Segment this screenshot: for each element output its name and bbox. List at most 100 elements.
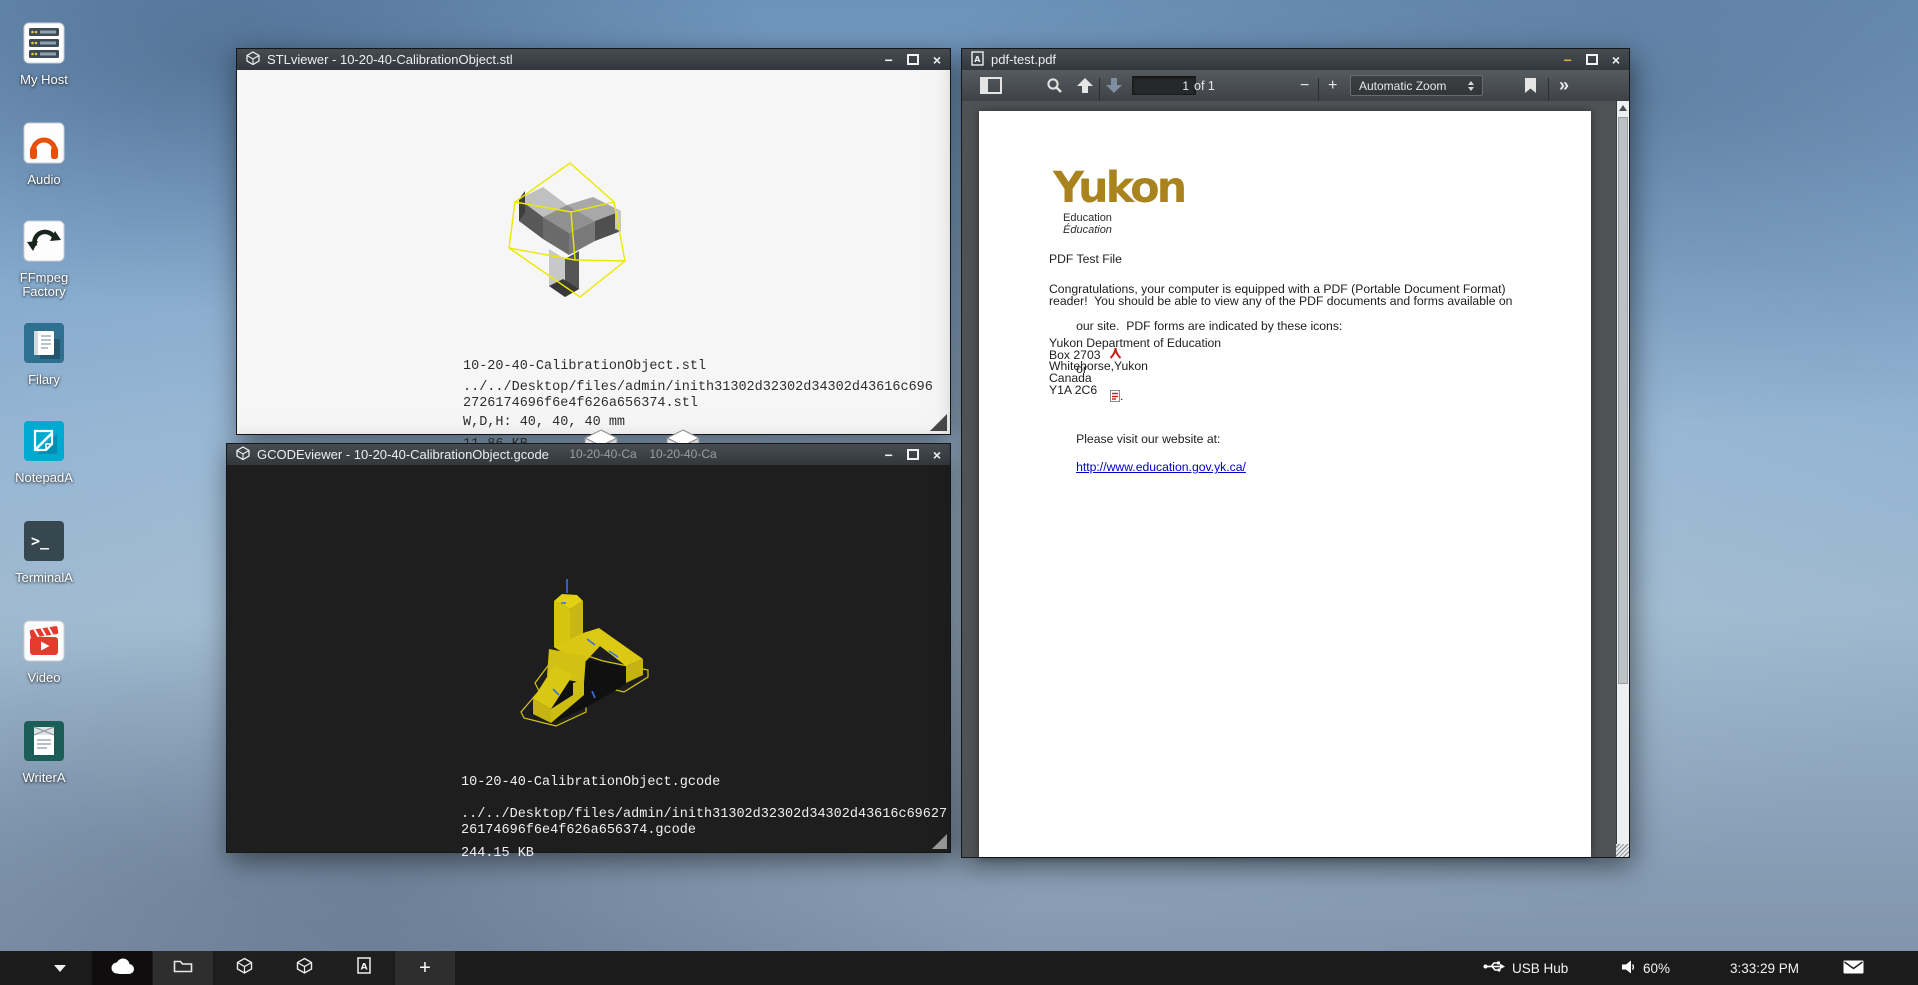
address-line: Y1A 2C6 (1049, 385, 1097, 397)
pdf-file-icon: A (357, 957, 371, 979)
gcode-viewer-window: GCODEviewer - 10-20-40-CalibrationObject… (226, 443, 951, 853)
bookmark-icon[interactable] (1525, 70, 1536, 101)
desktop-icon-notepada[interactable]: NotepadA (2, 420, 86, 485)
desktop-icon-video[interactable]: Video (2, 620, 86, 685)
desktop-icon-writera[interactable]: WriterA (2, 720, 86, 785)
zoom-select-dropdown[interactable]: Automatic Zoom (1350, 75, 1483, 96)
tray-volume-item[interactable]: 60% (1622, 951, 1670, 985)
taskbar-cloud-button[interactable] (92, 951, 152, 985)
taskbar-gcodeviewer-button[interactable] (274, 951, 334, 985)
svg-text:>_: >_ (31, 532, 50, 550)
file-icon-label: 10-20-40-Ca (568, 447, 638, 461)
minimize-button[interactable]: − (885, 448, 893, 462)
pdf-window-title: pdf-test.pdf (991, 52, 1056, 67)
website-link[interactable]: http://www.education.gov.yk.ca/ (1076, 460, 1246, 474)
folder-icon (173, 958, 193, 978)
desktop-icon-label: Audio (2, 173, 86, 187)
taskbar-new-button[interactable]: + (395, 951, 455, 985)
tray-usb-item[interactable]: USB Hub (1483, 951, 1568, 985)
file-icon-stl-cube[interactable] (583, 429, 619, 443)
scroll-up-arrow-icon[interactable] (1619, 105, 1627, 111)
desktop-icon-terminala[interactable]: >_ TerminalA (2, 520, 86, 585)
close-button[interactable]: × (933, 53, 941, 67)
website-prefix-text: Please visit our website at: (1076, 432, 1220, 446)
more-tools-button[interactable]: » (1559, 70, 1569, 101)
close-button[interactable]: × (1612, 53, 1620, 67)
recycle-arrows-icon (23, 220, 65, 262)
tray-mail-item[interactable] (1843, 951, 1864, 985)
taskbar-file-manager-button[interactable] (153, 951, 213, 985)
stl-path-line1: ../../Desktop/files/admin/inith31302d323… (463, 380, 933, 395)
maximize-button[interactable] (1586, 54, 1598, 65)
stl-filename: 10-20-40-CalibrationObject.stl (463, 359, 706, 374)
resize-grip[interactable] (1616, 844, 1629, 857)
taskbar-expand-button[interactable] (30, 951, 90, 985)
pdf-file-icon: A (971, 51, 984, 69)
pdf-viewport[interactable]: Yukon Education Éducation PDF Test File … (962, 101, 1617, 857)
desktop-icon-label: My Host (2, 73, 86, 87)
cloud-icon (108, 957, 136, 980)
terminal-icon: >_ (23, 520, 65, 562)
close-button[interactable]: × (933, 448, 941, 462)
maximize-button[interactable] (907, 54, 919, 65)
spinner-arrows-icon (1468, 81, 1474, 91)
pdf-viewer-window: A pdf-test.pdf − × of 1 − + (961, 48, 1630, 858)
desktop-icon-ffmpeg-factory[interactable]: FFmpeg Factory (2, 220, 86, 299)
document-icon (23, 720, 65, 762)
desktop-icon-label: Filary (2, 373, 86, 387)
headphones-icon (23, 122, 65, 164)
taskbar-stlviewer-button[interactable] (214, 951, 274, 985)
file-icon-gcode-cube[interactable] (665, 429, 701, 443)
gcode-filename: 10-20-40-CalibrationObject.gcode (461, 775, 720, 790)
page-number-input[interactable] (1132, 76, 1196, 95)
pdf-titlebar[interactable]: A pdf-test.pdf − × (962, 49, 1629, 70)
svg-text:A: A (974, 55, 981, 64)
paragraph-line3-text: our site. PDF forms are indicated by the… (1076, 319, 1342, 333)
gcode-filesize: 244.15 KB (461, 846, 534, 861)
resize-grip[interactable] (932, 834, 947, 849)
stl-titlebar[interactable]: STLviewer - 10-20-40-CalibrationObject.s… (237, 49, 950, 70)
sidebar-toggle-button[interactable] (980, 70, 1002, 101)
stl-model-render (481, 131, 701, 321)
gcode-3d-viewport[interactable]: 10-20-40-CalibrationObject.gcode ../../D… (227, 465, 950, 852)
resize-grip[interactable] (930, 414, 947, 431)
yukon-logo: Yukon (1053, 163, 1184, 213)
desktop-icon-audio[interactable]: Audio (2, 122, 86, 187)
stl-viewer-window: STLviewer - 10-20-40-CalibrationObject.s… (236, 48, 951, 435)
pdf-page: Yukon Education Éducation PDF Test File … (979, 111, 1591, 857)
zoom-out-button[interactable]: − (1300, 70, 1309, 101)
maximize-button[interactable] (907, 449, 919, 460)
tray-clock: 3:33:29 PM (1730, 951, 1799, 985)
notepad-pencil-icon (23, 420, 65, 462)
cube-icon (296, 957, 313, 979)
file-icon-label: 10-20-40-Ca (648, 447, 718, 461)
document-heading: PDF Test File (1049, 252, 1122, 266)
zoom-select-value: Automatic Zoom (1359, 79, 1462, 93)
previous-page-button[interactable] (1077, 70, 1093, 101)
page-count-label: of 1 (1194, 70, 1215, 101)
cube-icon (246, 51, 260, 68)
minimize-button[interactable]: − (1564, 53, 1572, 67)
plus-icon: + (419, 957, 431, 980)
clapperboard-play-icon (23, 620, 65, 662)
logo-subtitle-fr: Éducation (1063, 224, 1112, 236)
pdf-scrollbar[interactable] (1616, 101, 1629, 857)
stl-window-title: STLviewer - 10-20-40-CalibrationObject.s… (267, 52, 513, 67)
gcode-path-line2: 26174696f6e4f626a656374.gcode (461, 823, 696, 838)
desktop-icon-label: WriterA (2, 771, 86, 785)
search-icon[interactable] (1046, 70, 1063, 101)
minimize-button[interactable]: − (885, 53, 893, 67)
next-page-button[interactable] (1106, 70, 1122, 101)
zoom-in-button[interactable]: + (1328, 70, 1337, 101)
desktop-icon-my-host[interactable]: My Host (2, 22, 86, 87)
desktop-icon-filary[interactable]: Filary (2, 322, 86, 387)
envelope-icon (1843, 960, 1864, 977)
desktop-icon-label: TerminalA (2, 571, 86, 585)
stl-dimensions: W,D,H: 40, 40, 40 mm (463, 415, 625, 430)
taskbar-pdf-button[interactable]: A (334, 951, 394, 985)
svg-text:A: A (361, 963, 368, 973)
gcode-model-render (491, 571, 711, 741)
scrollbar-thumb[interactable] (1618, 117, 1628, 684)
stl-3d-viewport[interactable]: 10-20-40-CalibrationObject.stl ../../Des… (237, 70, 950, 434)
volume-label: 60% (1643, 961, 1670, 976)
